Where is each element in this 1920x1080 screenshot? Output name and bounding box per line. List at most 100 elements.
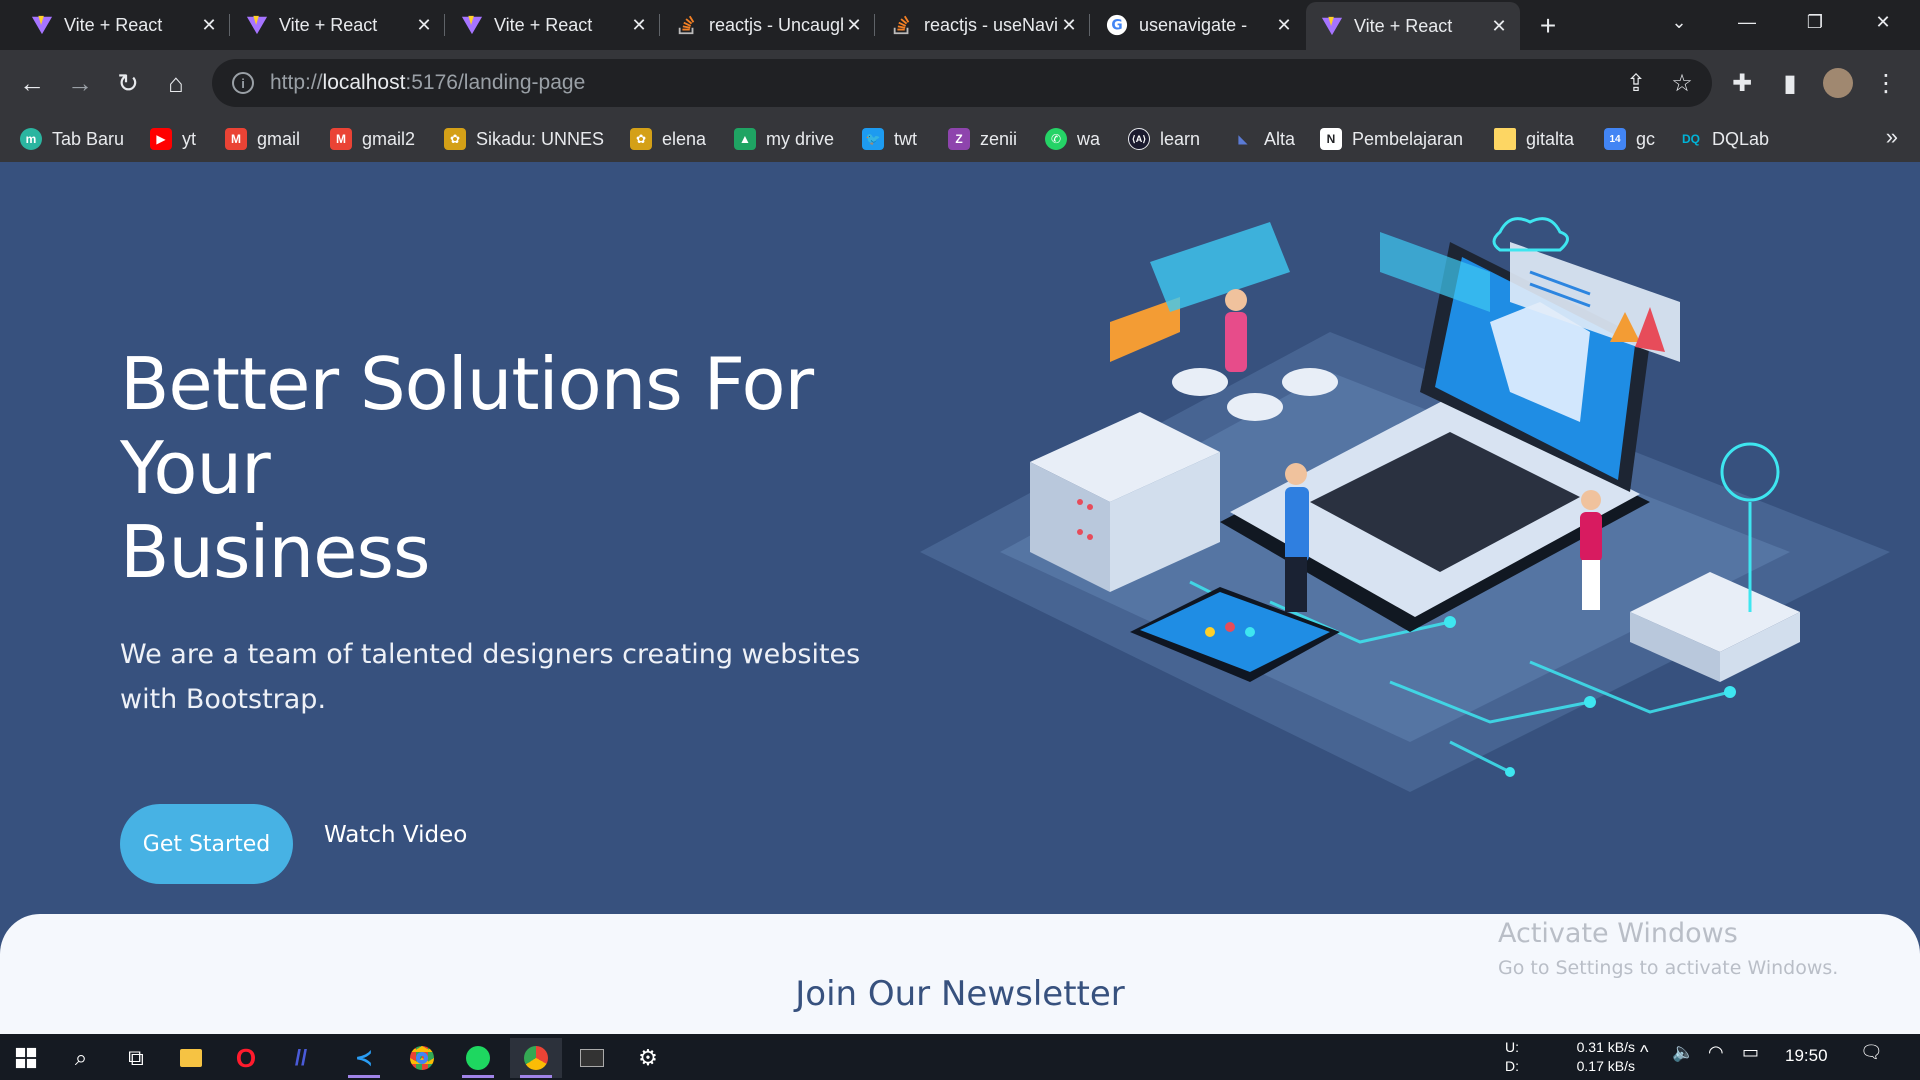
bookmarks-bar: m Tab Baru ▶ yt Mgmail Mgmail2 ✿ Sikadu: UN… <box>0 116 1920 162</box>
browser-tab[interactable]: Vite + React ✕ <box>231 6 445 44</box>
opera-icon[interactable]: O <box>220 1038 272 1078</box>
close-icon[interactable]: ✕ <box>1273 14 1295 36</box>
watch-video-link[interactable]: Watch Video <box>324 822 467 848</box>
new-tab-button[interactable]: + <box>1530 8 1566 44</box>
activate-windows-watermark: Activate Windows Go to Settings to activ… <box>1498 918 1839 979</box>
zenius-icon: Z <box>948 128 970 150</box>
notifications-icon[interactable]: 🗨 <box>1860 1042 1883 1063</box>
learn-icon: ⟨A⟩ <box>1128 128 1150 150</box>
chevron-up-icon[interactable]: ^ <box>1640 1042 1648 1063</box>
stackoverflow-icon <box>890 13 914 37</box>
volume-icon[interactable]: 🔈 <box>1672 1042 1694 1063</box>
youtube-icon: ▶ <box>150 128 172 150</box>
browser-toolbar: ← → ↻ ⌂ i http://localhost:5176/landing-… <box>0 50 1920 116</box>
tab-baru-icon: m <box>20 128 42 150</box>
info-icon[interactable]: i <box>232 72 254 94</box>
tab-label: usenavigate - <box>1139 14 1248 35</box>
chrome-active-icon[interactable] <box>510 1038 562 1078</box>
close-icon[interactable]: ✕ <box>843 14 865 36</box>
bookmark-item[interactable]: Mgmail <box>225 124 300 154</box>
menu-icon[interactable]: ⋮ <box>1870 67 1902 99</box>
address-bar[interactable]: i http://localhost:5176/landing-page <box>212 59 1712 107</box>
stackoverflow-icon <box>675 13 699 37</box>
network-speed-meter: U: D: 0.31 kB/s 0.17 kB/s <box>1505 1039 1635 1074</box>
url-text[interactable]: http://localhost:5176/landing-page <box>270 71 585 95</box>
vite-icon <box>1320 14 1344 38</box>
spotify-icon[interactable] <box>452 1038 504 1078</box>
tab-strip: Vite + React ✕ Vite + React ✕ Vite + Rea… <box>0 0 1920 50</box>
unnes-icon: ✿ <box>630 128 652 150</box>
restore-button[interactable]: ❐ <box>1782 0 1848 44</box>
bookmark-item[interactable]: ✿ elena <box>630 124 706 154</box>
dqlab-icon: DQ <box>1682 132 1700 146</box>
bookmark-item[interactable]: Mgmail2 <box>330 124 415 154</box>
extensions-icon[interactable]: ✚ <box>1726 67 1758 99</box>
bookmark-item[interactable]: 🐦 twt <box>862 124 917 154</box>
terminal-icon[interactable] <box>566 1038 618 1078</box>
browser-tab[interactable]: Vite + React ✕ <box>16 6 230 44</box>
bookmark-item[interactable]: ▲ my drive <box>734 124 834 154</box>
google-drive-icon: ▲ <box>734 128 756 150</box>
home-button[interactable]: ⌂ <box>156 63 196 103</box>
bookmark-item[interactable]: ⟨A⟩ learn <box>1128 124 1200 154</box>
task-view-icon[interactable]: ⧉ <box>110 1038 162 1078</box>
tab-label: reactjs - useNavigate <box>924 14 1058 35</box>
tab-label: Vite + React <box>279 14 378 35</box>
browser-tab[interactable]: reactjs - useNavigate ✕ <box>876 6 1090 44</box>
bookmark-item[interactable]: ◣ Alta <box>1232 124 1295 154</box>
back-button[interactable]: ← <box>12 63 52 103</box>
taskbar: ⌕ ⧉ O // ≺ ⚙ U: D: 0.31 kB/s 0.17 kB/s ^… <box>0 1034 1920 1080</box>
star-icon[interactable]: ☆ <box>1666 67 1698 99</box>
browser-tab[interactable]: Vite + React ✕ <box>446 6 660 44</box>
bookmark-item[interactable]: ▶ yt <box>150 124 196 154</box>
bookmark-item[interactable]: Zzenii <box>948 124 1017 154</box>
close-icon[interactable]: ✕ <box>413 14 435 36</box>
bookmark-item[interactable]: 14 gc <box>1604 124 1655 154</box>
chevron-down-icon[interactable]: ⌄ <box>1646 0 1712 44</box>
more-bookmarks-icon[interactable]: » <box>1886 124 1898 150</box>
browser-tab[interactable]: G usenavigate - ✕ <box>1091 6 1305 44</box>
bookmark-item[interactable]: gitalta <box>1494 124 1574 154</box>
chrome-icon[interactable] <box>396 1038 448 1078</box>
whatsapp-icon: ✆ <box>1045 128 1067 150</box>
side-panel-icon[interactable]: ▮ <box>1774 67 1806 99</box>
unnes-icon: ✿ <box>444 128 466 150</box>
app-icon[interactable]: // <box>275 1038 327 1078</box>
browser-tab-active[interactable]: Vite + React ✕ <box>1306 2 1520 50</box>
forward-button[interactable]: → <box>60 63 100 103</box>
twitter-icon: 🐦 <box>862 128 884 150</box>
folder-icon <box>1494 128 1516 150</box>
share-icon[interactable]: ⇪ <box>1620 67 1652 99</box>
tab-label: reactjs - Uncaught <box>709 14 843 35</box>
minimize-button[interactable]: — <box>1714 0 1780 44</box>
hero-subtitle: We are a team of talented designers crea… <box>120 639 861 715</box>
tab-label: Vite + React <box>494 14 593 35</box>
avatar[interactable] <box>1822 67 1854 99</box>
landing-page: Better Solutions For Your Business We ar… <box>0 162 1920 1034</box>
bookmark-item[interactable]: DQ DQLab <box>1680 124 1769 154</box>
get-started-button[interactable]: Get Started <box>120 804 293 884</box>
vscode-icon[interactable]: ≺ <box>338 1038 390 1078</box>
bookmark-item[interactable]: ✿ Sikadu: UNNES <box>444 124 604 154</box>
vite-icon <box>460 13 484 37</box>
search-icon[interactable]: ⌕ <box>55 1038 107 1078</box>
clock[interactable]: 19:50 <box>1785 1046 1828 1066</box>
browser-tab[interactable]: reactjs - Uncaught ✕ <box>661 6 875 44</box>
wifi-icon[interactable]: ◠ <box>1708 1042 1724 1063</box>
bookmark-item[interactable]: m Tab Baru <box>20 124 124 154</box>
bookmark-item[interactable]: N Pembelajaran <box>1320 124 1463 154</box>
bookmark-item[interactable]: ✆ wa <box>1045 124 1100 154</box>
close-icon[interactable]: ✕ <box>1058 14 1080 36</box>
settings-gear-icon[interactable]: ⚙ <box>622 1038 674 1078</box>
close-icon[interactable]: ✕ <box>198 14 220 36</box>
close-icon[interactable]: ✕ <box>1488 15 1510 37</box>
close-icon[interactable]: ✕ <box>628 14 650 36</box>
svg-text:G: G <box>1111 18 1122 34</box>
file-explorer-icon[interactable] <box>165 1038 217 1078</box>
battery-icon[interactable]: ▭ <box>1742 1042 1759 1063</box>
reload-button[interactable]: ↻ <box>108 63 148 103</box>
tab-label: Vite + React <box>1354 15 1453 36</box>
vite-icon <box>30 13 54 37</box>
windows-start-icon[interactable] <box>0 1038 52 1078</box>
close-window-button[interactable]: ✕ <box>1850 0 1916 44</box>
